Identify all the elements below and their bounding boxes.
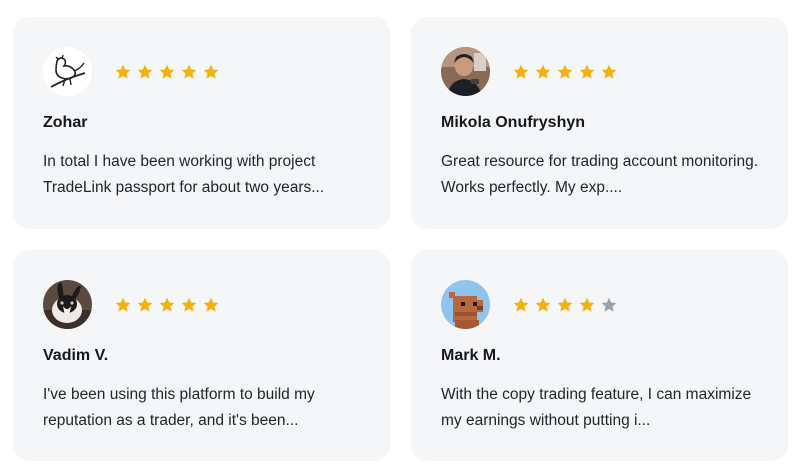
star-filled-icon — [578, 296, 596, 314]
star-filled-icon — [158, 296, 176, 314]
star-filled-icon — [512, 296, 530, 314]
star-filled-icon — [534, 63, 552, 81]
star-rating — [114, 63, 220, 81]
review-text: Great resource for trading account monit… — [441, 153, 759, 196]
review-card: Zohar In total I have been working with … — [13, 17, 390, 229]
review-header — [43, 47, 220, 96]
star-filled-icon — [512, 63, 530, 81]
star-filled-icon — [136, 296, 154, 314]
reviewer-name: Mark M. — [441, 347, 501, 364]
star-rating — [512, 63, 618, 81]
review-text: I've been using this platform to build m… — [43, 386, 315, 429]
review-card: Vadim V. I've been using this platform t… — [13, 250, 390, 461]
star-filled-icon — [158, 63, 176, 81]
review-header — [441, 280, 618, 329]
review-header — [441, 47, 618, 96]
reviewer-name: Zohar — [43, 114, 88, 131]
pixel-capybara-avatar — [441, 280, 490, 329]
review-text: With the copy trading feature, I can max… — [441, 386, 752, 429]
star-filled-icon — [600, 63, 618, 81]
star-filled-icon — [556, 63, 574, 81]
review-header — [43, 280, 220, 329]
person-photo-avatar — [441, 47, 490, 96]
star-rating — [512, 296, 618, 314]
star-filled-icon — [556, 296, 574, 314]
reviewer-name: Mikola Onufryshyn — [441, 114, 586, 131]
review-card: Mikola Onufryshyn Great resource for tra… — [411, 17, 788, 229]
star-filled-icon — [114, 296, 132, 314]
bird-sketch-avatar — [43, 47, 92, 96]
star-filled-icon — [534, 296, 552, 314]
star-filled-icon — [136, 63, 154, 81]
review-text: In total I have been working with projec… — [43, 153, 325, 196]
star-rating — [114, 296, 220, 314]
star-filled-icon — [578, 63, 596, 81]
star-filled-icon — [180, 63, 198, 81]
star-filled-icon — [180, 296, 198, 314]
star-filled-icon — [202, 63, 220, 81]
star-filled-icon — [114, 63, 132, 81]
star-empty-icon — [600, 296, 618, 314]
star-filled-icon — [202, 296, 220, 314]
rabbit-photo-avatar — [43, 280, 92, 329]
reviewer-name: Vadim V. — [43, 347, 109, 364]
review-card: Mark M. With the copy trading feature, I… — [411, 250, 788, 461]
